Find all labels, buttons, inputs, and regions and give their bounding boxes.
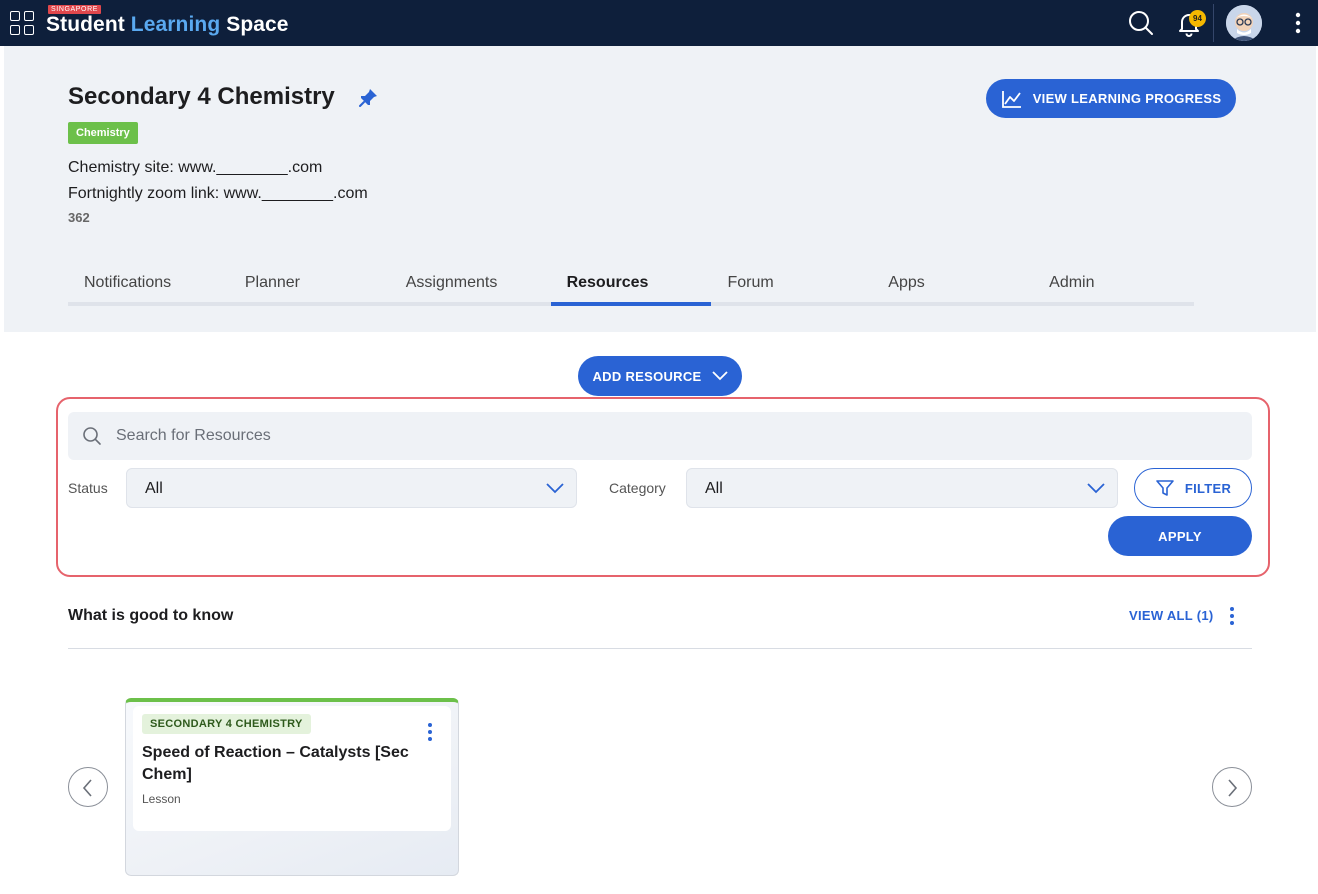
section-title: What is good to know	[68, 607, 234, 624]
chevron-down-icon	[1087, 483, 1105, 494]
tab-notifications[interactable]: Notifications	[68, 266, 229, 306]
course-tabs: Notifications Planner Assignments Resour…	[68, 266, 1195, 306]
search-icon[interactable]	[1126, 8, 1156, 38]
search-input[interactable]	[116, 412, 1236, 460]
tab-planner[interactable]: Planner	[228, 266, 390, 306]
tab-admin[interactable]: Admin	[1033, 266, 1195, 306]
apply-button[interactable]: APPLY	[1108, 516, 1252, 556]
more-vertical-icon[interactable]	[1288, 8, 1308, 38]
view-learning-progress-button[interactable]: VIEW LEARNING PROGRESS	[986, 79, 1236, 118]
filter-label: FILTER	[1184, 480, 1232, 496]
more-vertical-icon[interactable]	[1222, 604, 1242, 628]
pin-icon[interactable]	[356, 86, 380, 110]
tab-resources[interactable]: Resources	[550, 266, 712, 306]
chevron-down-icon	[546, 483, 564, 494]
view-all-link[interactable]: VIEW ALL (1)	[1129, 608, 1214, 623]
search-icon	[83, 427, 101, 445]
section-divider	[68, 648, 1252, 649]
tab-apps[interactable]: Apps	[872, 266, 1034, 306]
apps-grid-icon[interactable]	[10, 11, 34, 35]
carousel-previous-button[interactable]	[68, 767, 108, 807]
chevron-down-icon	[711, 371, 728, 381]
resource-card[interactable]: SECONDARY 4 CHEMISTRY Speed of Reaction …	[125, 698, 459, 876]
add-resource-label: ADD RESOURCE	[592, 368, 702, 384]
resource-card-body: SECONDARY 4 CHEMISTRY Speed of Reaction …	[133, 706, 451, 831]
category-label: Category	[609, 480, 666, 496]
tab-forum[interactable]: Forum	[711, 266, 873, 306]
brand-name: Student Learning Space	[46, 13, 289, 36]
subject-badge: Chemistry	[68, 122, 138, 144]
card-type: Lesson	[142, 792, 181, 806]
chevron-right-icon	[1228, 779, 1238, 797]
course-description-line: Chemistry site: www.________.com	[68, 159, 323, 176]
view-learning-progress-label: VIEW LEARNING PROGRESS	[1032, 91, 1222, 106]
top-navigation-bar: SINGAPORE Student Learning Space 94	[0, 0, 1318, 46]
notification-count-badge: 94	[1189, 10, 1206, 27]
status-label: Status	[68, 480, 108, 496]
category-selected-value: All	[705, 480, 723, 497]
resource-search-box	[68, 412, 1252, 460]
notifications-bell-icon[interactable]: 94	[1174, 8, 1206, 38]
filter-icon	[1156, 480, 1174, 496]
more-vertical-icon[interactable]	[423, 720, 437, 744]
filter-button[interactable]: FILTER	[1134, 468, 1252, 508]
add-resource-button[interactable]: ADD RESOURCE	[578, 356, 742, 396]
chart-line-icon	[1001, 90, 1021, 108]
status-select[interactable]: All	[126, 468, 577, 508]
card-course-tag: SECONDARY 4 CHEMISTRY	[142, 714, 311, 734]
topbar-divider	[1213, 4, 1214, 42]
tab-assignments[interactable]: Assignments	[389, 266, 551, 306]
course-description-line: Fortnightly zoom link: www.________.com	[68, 185, 368, 202]
chevron-left-icon	[82, 779, 92, 797]
category-select[interactable]: All	[686, 468, 1118, 508]
carousel-next-button[interactable]	[1212, 767, 1252, 807]
status-selected-value: All	[145, 480, 163, 497]
card-title: Speed of Reaction – Catalysts [Sec Chem]	[142, 744, 409, 783]
avatar[interactable]	[1226, 5, 1262, 41]
course-code: 362	[68, 210, 90, 225]
course-title: Secondary 4 Chemistry	[68, 83, 335, 110]
